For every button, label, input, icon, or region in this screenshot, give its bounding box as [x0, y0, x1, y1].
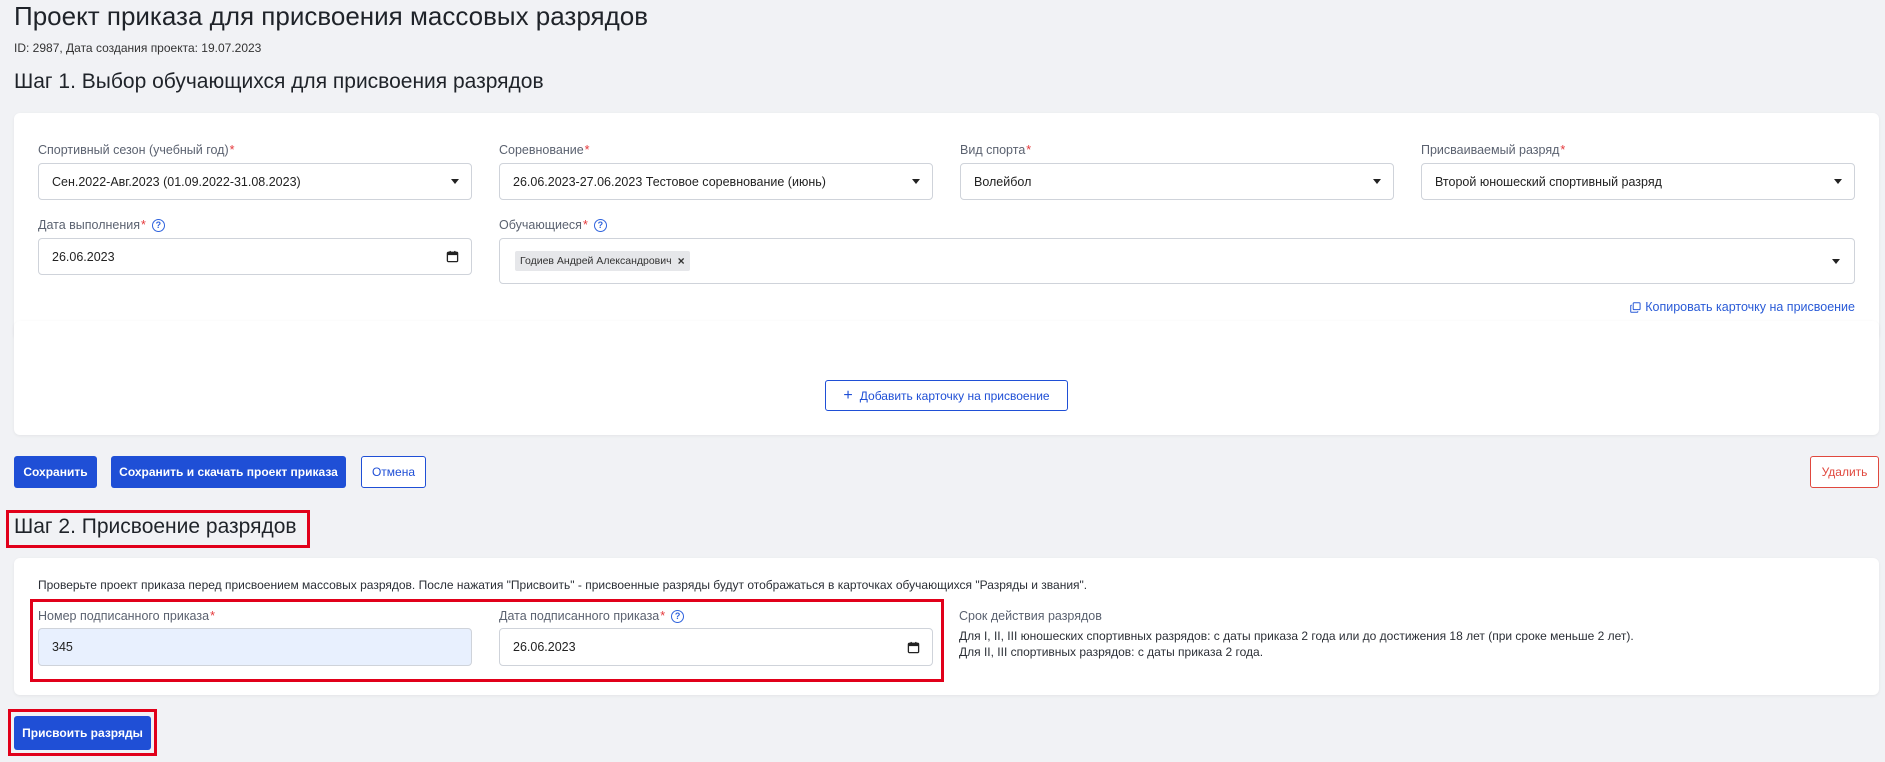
required-mark: *	[141, 218, 146, 232]
copy-icon	[1630, 301, 1641, 313]
order-date-label-text: Дата подписанного приказа	[499, 609, 660, 623]
required-mark: *	[1560, 143, 1566, 157]
order-date-input[interactable]: 26.06.2023	[499, 628, 933, 666]
rank-select[interactable]: Второй юношеский спортивный разряд	[1421, 163, 1855, 200]
students-multiselect[interactable]: Годиев Андрей Александрович ×	[499, 238, 1855, 284]
project-meta: ID: 2987, Дата создания проекта: 19.07.2…	[14, 41, 262, 55]
help-circle-icon[interactable]: ?	[671, 609, 685, 623]
assignment-notice: Проверьте проект приказа перед присвоени…	[38, 578, 1088, 592]
caret-down-icon	[1373, 179, 1381, 184]
season-label: Спортивный сезон (учебный год) *	[38, 141, 235, 159]
required-mark: *	[660, 609, 666, 623]
help-circle-icon[interactable]: ?	[151, 218, 165, 232]
season-select[interactable]: Сен.2022-Авг.2023 (01.09.2022-31.08.2023…	[38, 163, 472, 200]
required-mark: *	[584, 143, 590, 157]
student-chip-name: Годиев Андрей Александрович	[520, 255, 672, 267]
close-icon[interactable]: ×	[678, 254, 685, 268]
required-mark: *	[582, 218, 588, 232]
rank-label-text: Присваиваемый разряд	[1421, 143, 1560, 157]
plus-icon: +	[843, 386, 853, 404]
add-card-button[interactable]: + Добавить карточку на присвоение	[825, 380, 1068, 411]
required-mark: *	[210, 609, 215, 623]
completion-date-input[interactable]: 26.06.2023	[38, 238, 472, 275]
selection-card: Спортивный сезон (учебный год) * Соревнов…	[14, 113, 1879, 339]
order-number-label: Номер подписанного приказа *	[38, 607, 215, 625]
caret-down-icon	[451, 179, 459, 184]
competition-label-text: Соревнование	[499, 143, 584, 157]
sport-select[interactable]: Волейбол	[960, 163, 1394, 200]
competition-label: Соревнование *	[499, 141, 590, 159]
competition-select[interactable]: 26.06.2023-27.06.2023 Тестовое соревнова…	[499, 163, 933, 200]
page: Проект приказа для присвоения массовых р…	[0, 0, 1885, 762]
competition-value: 26.06.2023-27.06.2023 Тестовое соревнова…	[513, 174, 826, 189]
sport-label: Вид спорта *	[960, 141, 1031, 159]
delete-button[interactable]: Удалить	[1810, 456, 1879, 488]
copy-card-link[interactable]: Копировать карточку на присвоение	[1630, 299, 1855, 315]
caret-down-icon	[1832, 258, 1840, 264]
assign-ranks-button[interactable]: Присвоить разряды	[14, 716, 151, 750]
validity-line-1: Для I, II, III юношеских спортивных разр…	[959, 629, 1634, 643]
required-mark: *	[229, 143, 235, 157]
season-label-text: Спортивный сезон (учебный год)	[38, 143, 229, 157]
save-download-button[interactable]: Сохранить и скачать проект приказа	[111, 456, 346, 488]
caret-down-icon	[912, 179, 920, 184]
student-chip: Годиев Андрей Александрович ×	[515, 251, 690, 271]
step1-heading: Шаг 1. Выбор обучающихся для присвоения …	[14, 70, 544, 93]
assignment-card: Проверьте проект приказа перед присвоени…	[14, 558, 1879, 695]
completion-date-label-text: Дата выполнения	[38, 218, 141, 232]
completion-date-label: Дата выполнения * ?	[38, 216, 165, 234]
rank-label: Присваиваемый разряд *	[1421, 141, 1565, 159]
calendar-icon[interactable]	[907, 641, 920, 654]
order-number-label-text: Номер подписанного приказа	[38, 609, 210, 623]
calendar-icon[interactable]	[446, 250, 459, 263]
season-value: Сен.2022-Авг.2023 (01.09.2022-31.08.2023…	[52, 174, 301, 189]
help-circle-icon[interactable]: ?	[593, 218, 607, 232]
rank-value: Второй юношеский спортивный разряд	[1435, 174, 1662, 189]
add-card-panel: + Добавить карточку на присвоение	[14, 321, 1879, 435]
cancel-button[interactable]: Отмена	[361, 456, 426, 488]
save-button[interactable]: Сохранить	[14, 456, 97, 488]
completion-date-value: 26.06.2023	[52, 249, 115, 264]
sport-value: Волейбол	[974, 174, 1032, 189]
students-label: Обучающиеся * ?	[499, 216, 607, 234]
order-date-value: 26.06.2023	[513, 640, 576, 654]
caret-down-icon	[1834, 179, 1842, 184]
order-number-input[interactable]	[38, 628, 472, 666]
add-card-label: Добавить карточку на присвоение	[859, 388, 1050, 403]
validity-line-2: Для II, III спортивных разрядов: с даты …	[959, 645, 1264, 659]
copy-card-label: Копировать карточку на присвоение	[1645, 300, 1855, 314]
required-mark: *	[1026, 143, 1032, 157]
step2-heading: Шаг 2. Присвоение разрядов	[14, 515, 297, 538]
page-title: Проект приказа для присвоения массовых р…	[14, 1, 649, 31]
sport-label-text: Вид спорта	[960, 143, 1026, 157]
validity-title: Срок действия разрядов	[959, 609, 1102, 623]
students-label-text: Обучающиеся	[499, 218, 582, 232]
order-date-label: Дата подписанного приказа * ?	[499, 607, 685, 625]
